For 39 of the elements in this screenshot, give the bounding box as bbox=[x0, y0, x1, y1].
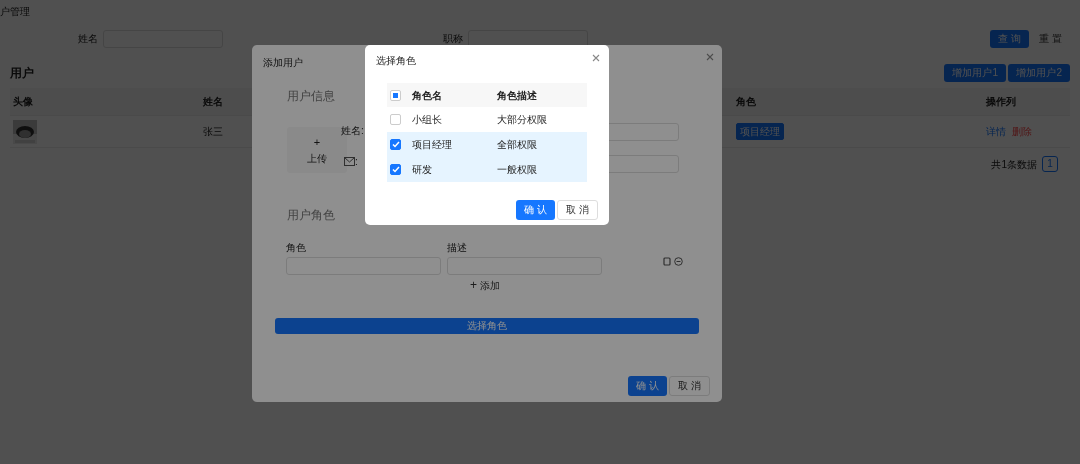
page-title: 户管理 bbox=[0, 6, 30, 17]
mail-icon bbox=[344, 157, 355, 166]
checkbox[interactable] bbox=[390, 139, 401, 150]
add-button[interactable]: + 添加 bbox=[470, 278, 501, 293]
select-role-button[interactable]: 选择角色 bbox=[275, 318, 699, 334]
copy-icon[interactable] bbox=[663, 257, 671, 266]
column-label: 角色 bbox=[286, 241, 306, 255]
field-label: 姓名: bbox=[341, 124, 364, 138]
confirm-button[interactable]: 确 认 bbox=[515, 200, 555, 220]
checkbox[interactable] bbox=[390, 114, 401, 125]
close-icon[interactable] bbox=[592, 54, 600, 62]
cancel-button[interactable]: 取 消 bbox=[669, 376, 710, 396]
table-cell-text: 项目经理 bbox=[412, 138, 453, 152]
table-cell-text: 一般权限 bbox=[497, 163, 538, 177]
dialog-title: 选择角色 bbox=[376, 54, 416, 68]
page-button[interactable]: 1 bbox=[1042, 156, 1058, 172]
section-title: 用户角色 bbox=[287, 207, 335, 224]
checkbox[interactable] bbox=[390, 164, 401, 175]
column-label: 描述 bbox=[447, 241, 467, 255]
table-cell-text: 小组长 bbox=[412, 113, 443, 127]
field-label: : bbox=[355, 155, 358, 169]
close-icon[interactable] bbox=[706, 53, 714, 61]
upload-label: 上传 bbox=[307, 151, 327, 166]
section-title: 用户 bbox=[10, 65, 34, 82]
column-header: 角色描述 bbox=[497, 88, 538, 103]
field-label: 姓名 bbox=[78, 33, 98, 45]
table-cell-text: 全部权限 bbox=[497, 138, 538, 152]
confirm-button[interactable]: 确 认 bbox=[627, 376, 667, 396]
search-button[interactable]: 查 询 bbox=[989, 30, 1029, 48]
dialog-title: 添加用户 bbox=[263, 56, 303, 70]
total-count: 共1条数据 bbox=[991, 157, 1037, 172]
table-cell-text: 研发 bbox=[412, 163, 433, 177]
table-cell-text: 大部分权限 bbox=[497, 113, 548, 127]
column-header: 角色名 bbox=[412, 88, 443, 103]
section-title: 用户信息 bbox=[287, 88, 335, 105]
select-all-checkbox[interactable] bbox=[390, 89, 401, 101]
remove-icon[interactable] bbox=[673, 257, 683, 266]
plus-icon: + bbox=[313, 134, 321, 151]
cancel-button[interactable]: 取 消 bbox=[557, 200, 598, 220]
